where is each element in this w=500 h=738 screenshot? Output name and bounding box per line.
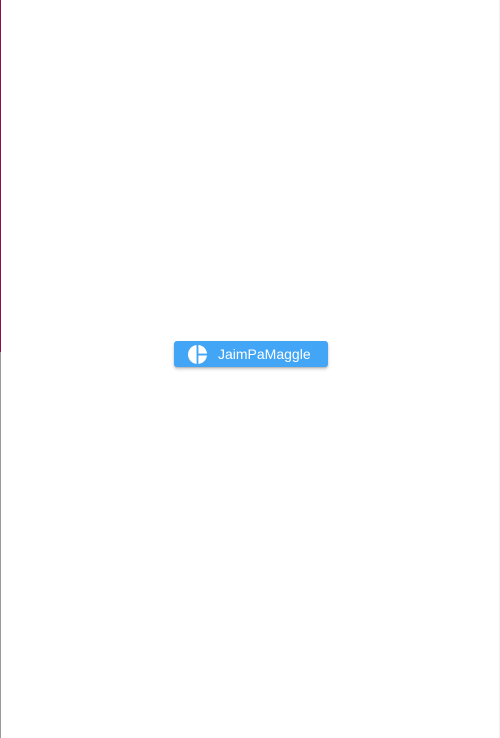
jaimpamaggle-button[interactable]: JaimPaMaggle (174, 341, 328, 367)
left-edge-border-line (0, 352, 1, 738)
pie-chart-icon (187, 344, 208, 365)
left-edge-accent-line (0, 0, 1, 352)
jaimpamaggle-button-label: JaimPaMaggle (218, 346, 311, 362)
app-page: JaimPaMaggle (0, 0, 500, 738)
